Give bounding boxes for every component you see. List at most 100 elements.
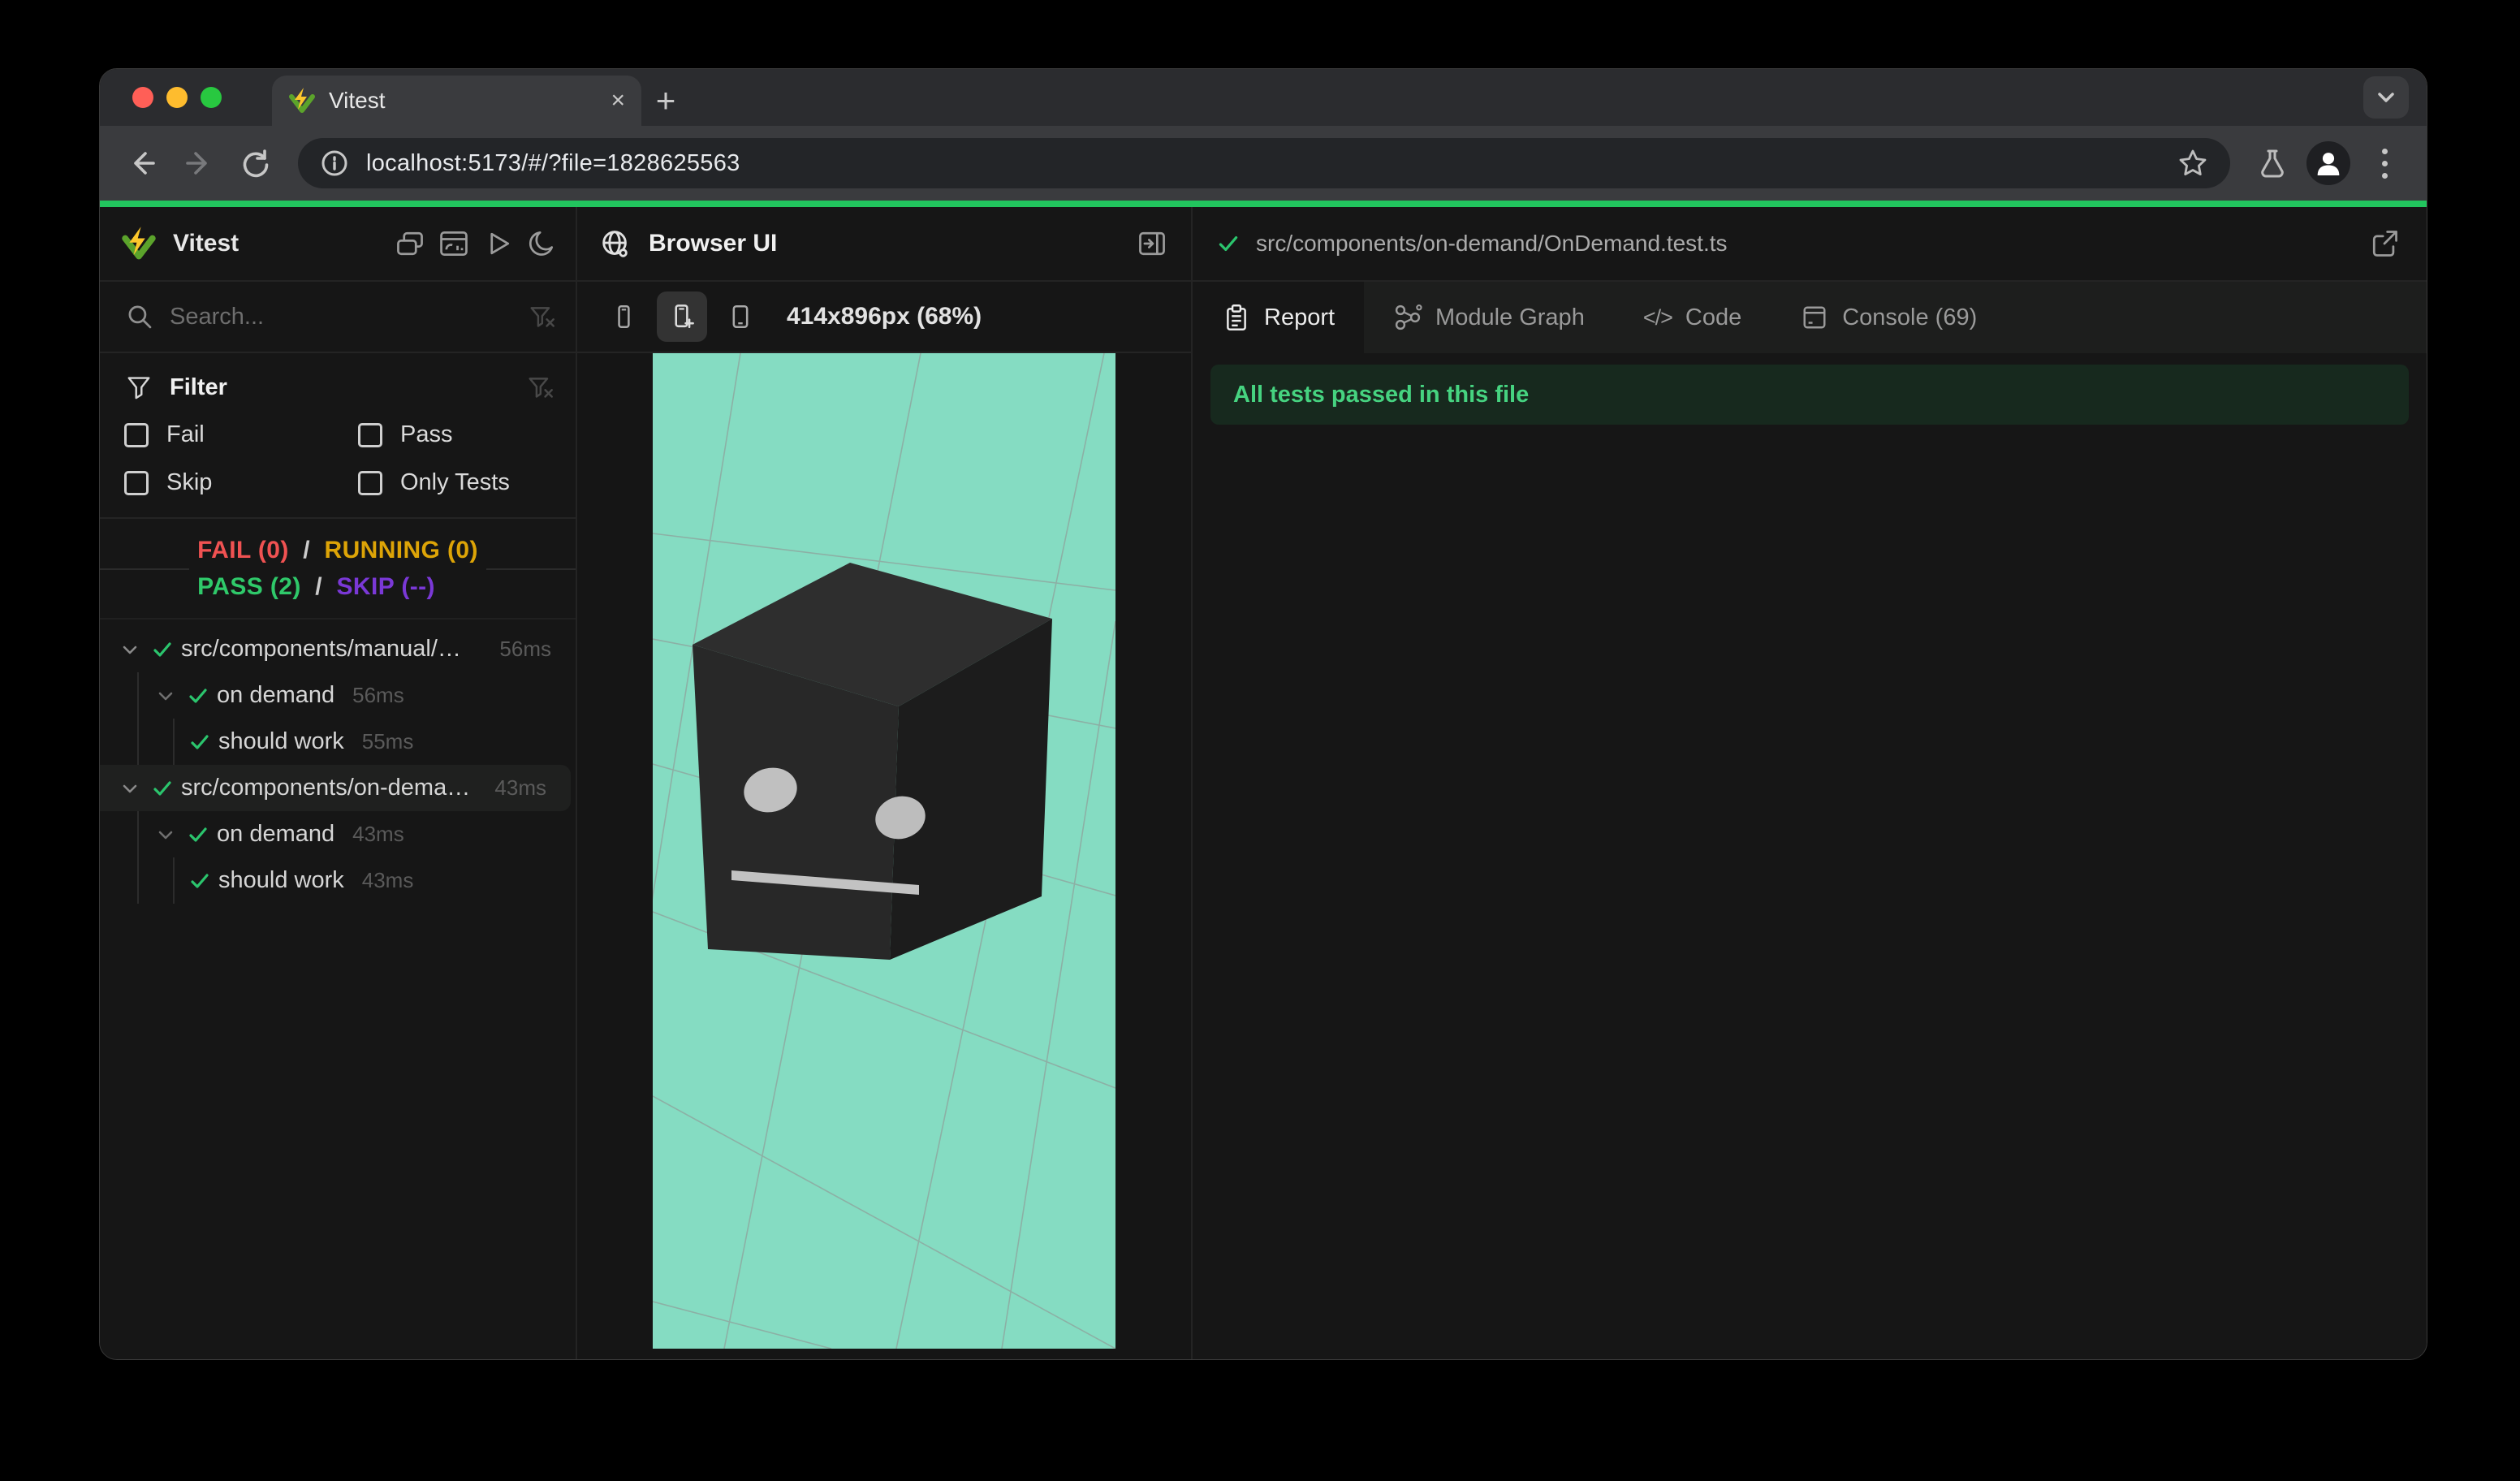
file-pass-check-icon bbox=[1215, 231, 1241, 257]
panel-title: Browser UI bbox=[649, 230, 778, 257]
3d-scene bbox=[653, 353, 1115, 1349]
browser-ui-header: Browser UI bbox=[577, 207, 1191, 282]
browser-ui-panel: Browser UI 414x896px (68%) bbox=[577, 207, 1193, 1359]
globe-icon bbox=[598, 227, 632, 261]
code-icon: </> bbox=[1642, 304, 1673, 330]
tab-close-icon[interactable]: × bbox=[611, 89, 625, 113]
tree-row-suite[interactable]: on demand 43ms bbox=[100, 811, 576, 857]
checkbox-icon bbox=[124, 422, 149, 447]
back-button[interactable] bbox=[119, 140, 165, 186]
dashboard-icon[interactable] bbox=[434, 224, 473, 263]
device-phone-plus-button[interactable] bbox=[657, 291, 707, 342]
tab-search-button[interactable] bbox=[2363, 76, 2409, 119]
search-input[interactable] bbox=[170, 303, 512, 330]
vitest-favicon-icon bbox=[288, 87, 316, 114]
traffic-lights bbox=[100, 69, 243, 126]
tree-row-suite[interactable]: on demand 56ms bbox=[100, 672, 576, 719]
checkbox-icon bbox=[124, 470, 149, 495]
funnel-icon bbox=[124, 373, 153, 402]
running-count: RUNNING (0) bbox=[324, 537, 478, 563]
duration: 55ms bbox=[361, 729, 414, 753]
clear-filter-icon[interactable] bbox=[525, 373, 554, 402]
pass-check-icon bbox=[150, 776, 175, 801]
url-text[interactable]: localhost:5173/#/?file=1828625563 bbox=[366, 150, 2160, 177]
tab-code[interactable]: </> Code bbox=[1614, 282, 1771, 353]
test-status-progress-bar bbox=[100, 201, 2427, 207]
test-tree: src/components/manual/… 56ms on demand 5… bbox=[100, 620, 576, 1359]
tree-row-file[interactable]: src/components/manual/… 56ms bbox=[100, 626, 576, 672]
bookmark-star-icon[interactable] bbox=[2177, 147, 2209, 179]
filter-checkbox-fail[interactable]: Fail bbox=[124, 421, 358, 448]
chevron-down-icon bbox=[2373, 84, 2399, 110]
pass-check-icon bbox=[186, 823, 210, 847]
duration: 43ms bbox=[494, 775, 546, 800]
duration: 56ms bbox=[499, 637, 551, 661]
skip-count: SKIP (--) bbox=[336, 573, 435, 600]
dark-mode-moon-icon[interactable] bbox=[522, 224, 561, 263]
chevron-down-icon[interactable] bbox=[116, 636, 144, 663]
filter-options: Fail Pass Skip Only Tests bbox=[124, 421, 554, 496]
tab-report[interactable]: Report bbox=[1193, 282, 1365, 353]
device-phone-small-button[interactable] bbox=[598, 291, 649, 342]
filter-header: Filter bbox=[124, 365, 554, 410]
sidebar-header: Vitest bbox=[100, 207, 576, 282]
app-title: Vitest bbox=[173, 230, 239, 257]
chevron-down-icon[interactable] bbox=[152, 821, 179, 848]
run-all-icon[interactable] bbox=[478, 224, 517, 263]
chevron-down-icon[interactable] bbox=[116, 775, 144, 802]
browser-toolbar: localhost:5173/#/?file=1828625563 bbox=[100, 126, 2427, 201]
cascade-windows-icon[interactable] bbox=[391, 224, 429, 263]
open-side-panel-icon[interactable] bbox=[1133, 224, 1172, 263]
tab-title: Vitest bbox=[329, 88, 386, 113]
duration: 43ms bbox=[361, 868, 414, 892]
close-window-button[interactable] bbox=[132, 87, 153, 108]
checkbox-icon bbox=[358, 470, 382, 495]
chevron-down-icon[interactable] bbox=[152, 682, 179, 710]
module-graph-icon bbox=[1393, 303, 1422, 332]
test-browser-viewport[interactable] bbox=[653, 353, 1115, 1349]
forward-button[interactable] bbox=[176, 140, 222, 186]
zoom-window-button[interactable] bbox=[201, 87, 222, 108]
tree-row-test[interactable]: should work 55ms bbox=[100, 719, 576, 765]
tree-row-file-selected[interactable]: src/components/on-dema… 43ms bbox=[100, 765, 571, 811]
fail-count: FAIL (0) bbox=[197, 537, 289, 563]
filter-section: Filter Fail Pass Skip Only Tests bbox=[100, 353, 576, 519]
open-external-icon[interactable] bbox=[2365, 224, 2404, 263]
pass-check-icon bbox=[188, 730, 212, 754]
minimize-window-button[interactable] bbox=[166, 87, 188, 108]
pass-count: PASS (2) bbox=[197, 573, 301, 600]
device-toolbar: 414x896px (68%) bbox=[577, 282, 1191, 353]
filter-checkbox-pass[interactable]: Pass bbox=[358, 421, 554, 448]
tab-console[interactable]: Console (69) bbox=[1771, 282, 2006, 353]
browser-tab-vitest[interactable]: Vitest × bbox=[272, 76, 641, 126]
test-summary: FAIL (0) / RUNNING (0) PASS (2) / SKIP (… bbox=[100, 519, 576, 620]
filter-checkbox-skip[interactable]: Skip bbox=[124, 469, 358, 496]
device-tablet-button[interactable] bbox=[715, 291, 766, 342]
tree-row-test[interactable]: should work 43ms bbox=[100, 857, 576, 904]
duration: 43ms bbox=[352, 822, 404, 846]
pass-check-icon bbox=[188, 869, 212, 893]
new-tab-button[interactable]: + bbox=[641, 76, 690, 126]
report-content: All tests passed in this file bbox=[1193, 353, 2427, 1359]
filter-title: Filter bbox=[170, 373, 227, 400]
browser-window: Vitest × + localhost:5173/#/?file=182862… bbox=[99, 68, 2427, 1360]
clear-search-filter-icon[interactable] bbox=[527, 302, 556, 331]
details-panel: src/components/on-demand/OnDemand.test.t… bbox=[1193, 207, 2427, 1359]
profile-avatar[interactable] bbox=[2306, 141, 2350, 185]
address-bar[interactable]: localhost:5173/#/?file=1828625563 bbox=[298, 138, 2230, 188]
tab-module-graph[interactable]: Module Graph bbox=[1364, 282, 1614, 353]
console-icon bbox=[1800, 303, 1829, 332]
checkbox-icon bbox=[358, 422, 382, 447]
site-info-icon[interactable] bbox=[319, 148, 350, 179]
browser-menu-button[interactable] bbox=[2362, 140, 2407, 186]
preview-canvas bbox=[577, 353, 1191, 1359]
experiments-flask-icon[interactable] bbox=[2250, 140, 2295, 186]
pass-check-icon bbox=[150, 637, 175, 662]
viewport-size-label: 414x896px (68%) bbox=[787, 303, 982, 330]
reload-button[interactable] bbox=[233, 140, 278, 186]
file-path: src/components/on-demand/OnDemand.test.t… bbox=[1256, 231, 1728, 256]
all-tests-passed-banner: All tests passed in this file bbox=[1210, 365, 2409, 425]
desktop-background: Vitest × + localhost:5173/#/?file=182862… bbox=[0, 0, 2520, 1481]
filter-checkbox-only-tests[interactable]: Only Tests bbox=[358, 469, 554, 496]
search-bar bbox=[100, 282, 576, 353]
